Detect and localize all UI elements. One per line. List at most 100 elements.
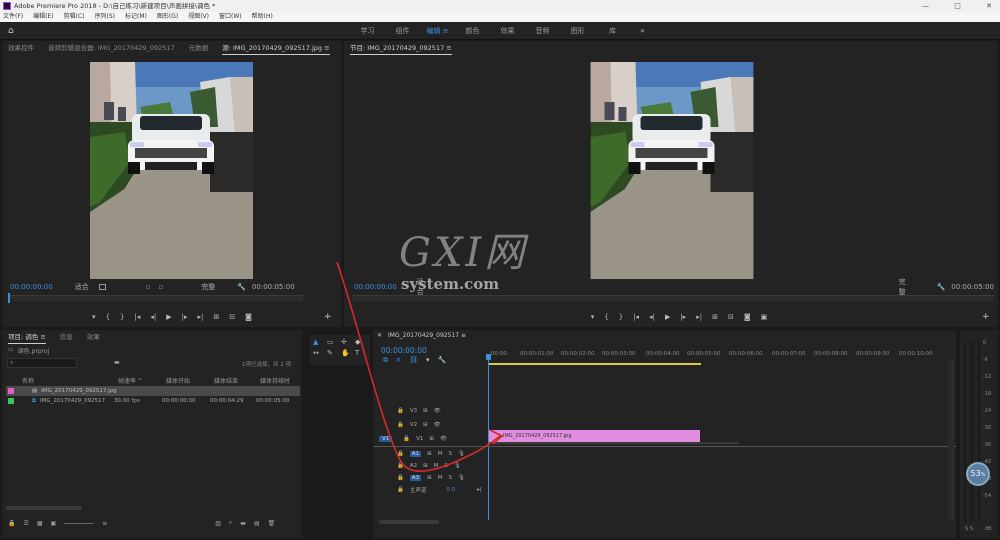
program-title[interactable]: 节目: IMG_20170429_092517 ≡ [350, 41, 452, 55]
ripple-edit-tool-icon[interactable]: ✢ [341, 338, 353, 346]
track-label[interactable]: V1 [416, 436, 423, 442]
close-sequence-icon[interactable]: ✕ [377, 332, 382, 339]
menu-help[interactable]: 帮助(H) [252, 12, 273, 22]
mute-button[interactable]: M [438, 451, 443, 457]
menu-graphics[interactable]: 图形(G) [157, 12, 178, 22]
col-media-start[interactable]: 媒体开始 [166, 376, 214, 386]
source-scrub-bar[interactable] [8, 293, 303, 303]
menu-edit[interactable]: 编辑(E) [33, 12, 53, 22]
type-tool-icon[interactable]: T [355, 349, 367, 357]
play-icon[interactable]: ▶ [665, 313, 670, 321]
new-item-icon[interactable]: ▤ [254, 520, 260, 527]
mic-icon[interactable]: 🎙 [458, 475, 465, 481]
nest-icon[interactable]: ⧉ [383, 356, 388, 365]
workspace-tab-graphics[interactable]: 图形 [560, 22, 595, 40]
zoom-slider[interactable] [64, 522, 95, 524]
timeline-timecode[interactable]: 00:00:00:00 [381, 346, 427, 355]
menu-sequence[interactable]: 序列(S) [95, 12, 116, 22]
source-fit-dropdown[interactable]: 适合 [75, 282, 89, 292]
source-fit-icon[interactable] [98, 284, 106, 290]
sync-icon[interactable]: ⊞ [423, 422, 428, 428]
workspace-tab-learn[interactable]: 学习 [350, 22, 385, 40]
lock-icon[interactable]: 🔒 [397, 422, 404, 428]
mic-icon[interactable]: 🎙 [458, 451, 465, 457]
lock-icon[interactable]: 🔒 [397, 487, 404, 493]
master-volume[interactable]: 0.0 [446, 487, 455, 493]
track-label[interactable]: A3 [409, 475, 422, 481]
source-wrench-icon[interactable]: 🔧 [237, 283, 246, 291]
new-bin-footer-icon[interactable]: ▬ [240, 520, 246, 527]
workspace-tab-libraries[interactable]: 库 [595, 22, 630, 40]
mark-in-icon[interactable]: { [106, 313, 110, 321]
sync-icon[interactable]: ⊞ [429, 436, 434, 442]
sync-icon[interactable]: ⊞ [423, 408, 428, 414]
menu-window[interactable]: 窗口(W) [219, 12, 242, 22]
lock-icon[interactable]: 🔒 [397, 451, 404, 457]
sync-icon[interactable]: ⊞ [423, 463, 428, 469]
step-forward-icon[interactable]: |▸ [680, 313, 686, 321]
vertical-scrollbar[interactable] [948, 360, 954, 520]
hand-tool-icon[interactable]: ✋ [341, 349, 353, 357]
tab-info[interactable]: 信息 [60, 330, 73, 344]
track-label[interactable]: A2 [410, 463, 417, 469]
horizontal-scrollbar[interactable] [6, 506, 82, 510]
menu-file[interactable]: 文件(F) [3, 12, 23, 22]
menu-marker[interactable]: 标记(M) [125, 12, 147, 22]
automate-icon[interactable]: ▥ [215, 520, 221, 527]
timeline-zoom-scrollbar[interactable] [379, 520, 439, 524]
mark-in-icon[interactable]: { [604, 313, 608, 321]
go-to-in-icon[interactable]: |◂ [633, 313, 639, 321]
workspace-tab-audio[interactable]: 音频 [525, 22, 560, 40]
meter-solo-buttons[interactable]: S S [965, 526, 973, 532]
sync-icon[interactable]: ⊞ [427, 475, 432, 481]
slip-tool-icon[interactable]: ↔ [313, 349, 325, 357]
insert-icon[interactable]: ⊞ [213, 313, 219, 321]
go-to-end-icon[interactable]: ▸| [477, 487, 482, 493]
lock-icon[interactable]: 🔒 [397, 475, 404, 481]
eye-icon[interactable]: 👁 [434, 408, 441, 414]
program-quality-dropdown[interactable]: 完整 [899, 277, 911, 297]
tab-effects[interactable]: 效果 [87, 330, 100, 344]
source-playhead[interactable] [8, 293, 10, 303]
overwrite-icon[interactable]: ⊟ [229, 313, 235, 321]
new-bin-icon[interactable]: ▬ [114, 359, 120, 366]
solo-button[interactable]: S [448, 475, 452, 481]
home-icon[interactable]: ⌂ [8, 26, 18, 36]
sync-icon[interactable]: ⊞ [427, 451, 432, 457]
source-export-icon[interactable]: ▫ [158, 283, 163, 291]
lock-icon[interactable]: 🔒 [8, 520, 15, 527]
list-view-icon[interactable]: ☰ [23, 520, 28, 527]
step-back-icon[interactable]: ◂| [150, 313, 156, 321]
tab-metadata[interactable]: 元数据 [189, 41, 209, 55]
timeline-title[interactable]: IMG_20170429_092517 ≡ [388, 332, 466, 339]
menu-clip[interactable]: 剪辑(C) [64, 12, 85, 22]
mark-out-icon[interactable]: } [120, 313, 124, 321]
go-to-out-icon[interactable]: ▸| [198, 313, 204, 321]
step-forward-icon[interactable]: |▸ [182, 313, 188, 321]
add-marker-icon[interactable]: ▾ [591, 313, 595, 321]
icon-view-icon[interactable]: ▦ [37, 520, 43, 527]
add-marker-icon[interactable]: ▾ [426, 356, 430, 365]
table-row[interactable]: ⧉ IMG_20170429_092517 30.00 fps 00:00:00… [6, 396, 300, 406]
table-row[interactable]: ▤ IMG_20170429_092517.jpg [6, 386, 300, 396]
source-add-button-icon[interactable]: + [324, 312, 332, 322]
project-search-input[interactable]: ⌕ [7, 358, 77, 368]
selection-tool-icon[interactable]: ▲ [313, 338, 325, 346]
sort-icon[interactable]: ≡ [102, 520, 107, 527]
tab-audio-clip-mixer[interactable]: 音频剪辑混合器: IMG_20170429_092517 [48, 41, 175, 55]
eye-icon[interactable]: 👁 [440, 436, 447, 442]
extract-icon[interactable]: ⊟ [728, 313, 734, 321]
find-icon[interactable]: ⌕ [229, 519, 232, 527]
workspace-tab-editing[interactable]: 编辑 ≡ [420, 22, 455, 40]
program-scrub-bar[interactable] [352, 295, 994, 301]
source-quality-dropdown[interactable]: 完整 [201, 282, 215, 292]
mic-icon[interactable]: 🎙 [454, 463, 461, 469]
solo-button[interactable]: S [448, 451, 452, 457]
add-marker-icon[interactable]: ▾ [92, 313, 96, 321]
mark-out-icon[interactable]: } [619, 313, 623, 321]
col-media-end[interactable]: 媒体结束 [214, 376, 260, 386]
lock-icon[interactable]: 🔒 [397, 463, 404, 469]
source-timecode[interactable]: 00:00:00:00 [10, 283, 53, 291]
col-frame-rate[interactable]: 帧速率 ^ [118, 376, 166, 386]
step-back-icon[interactable]: ◂| [649, 313, 655, 321]
